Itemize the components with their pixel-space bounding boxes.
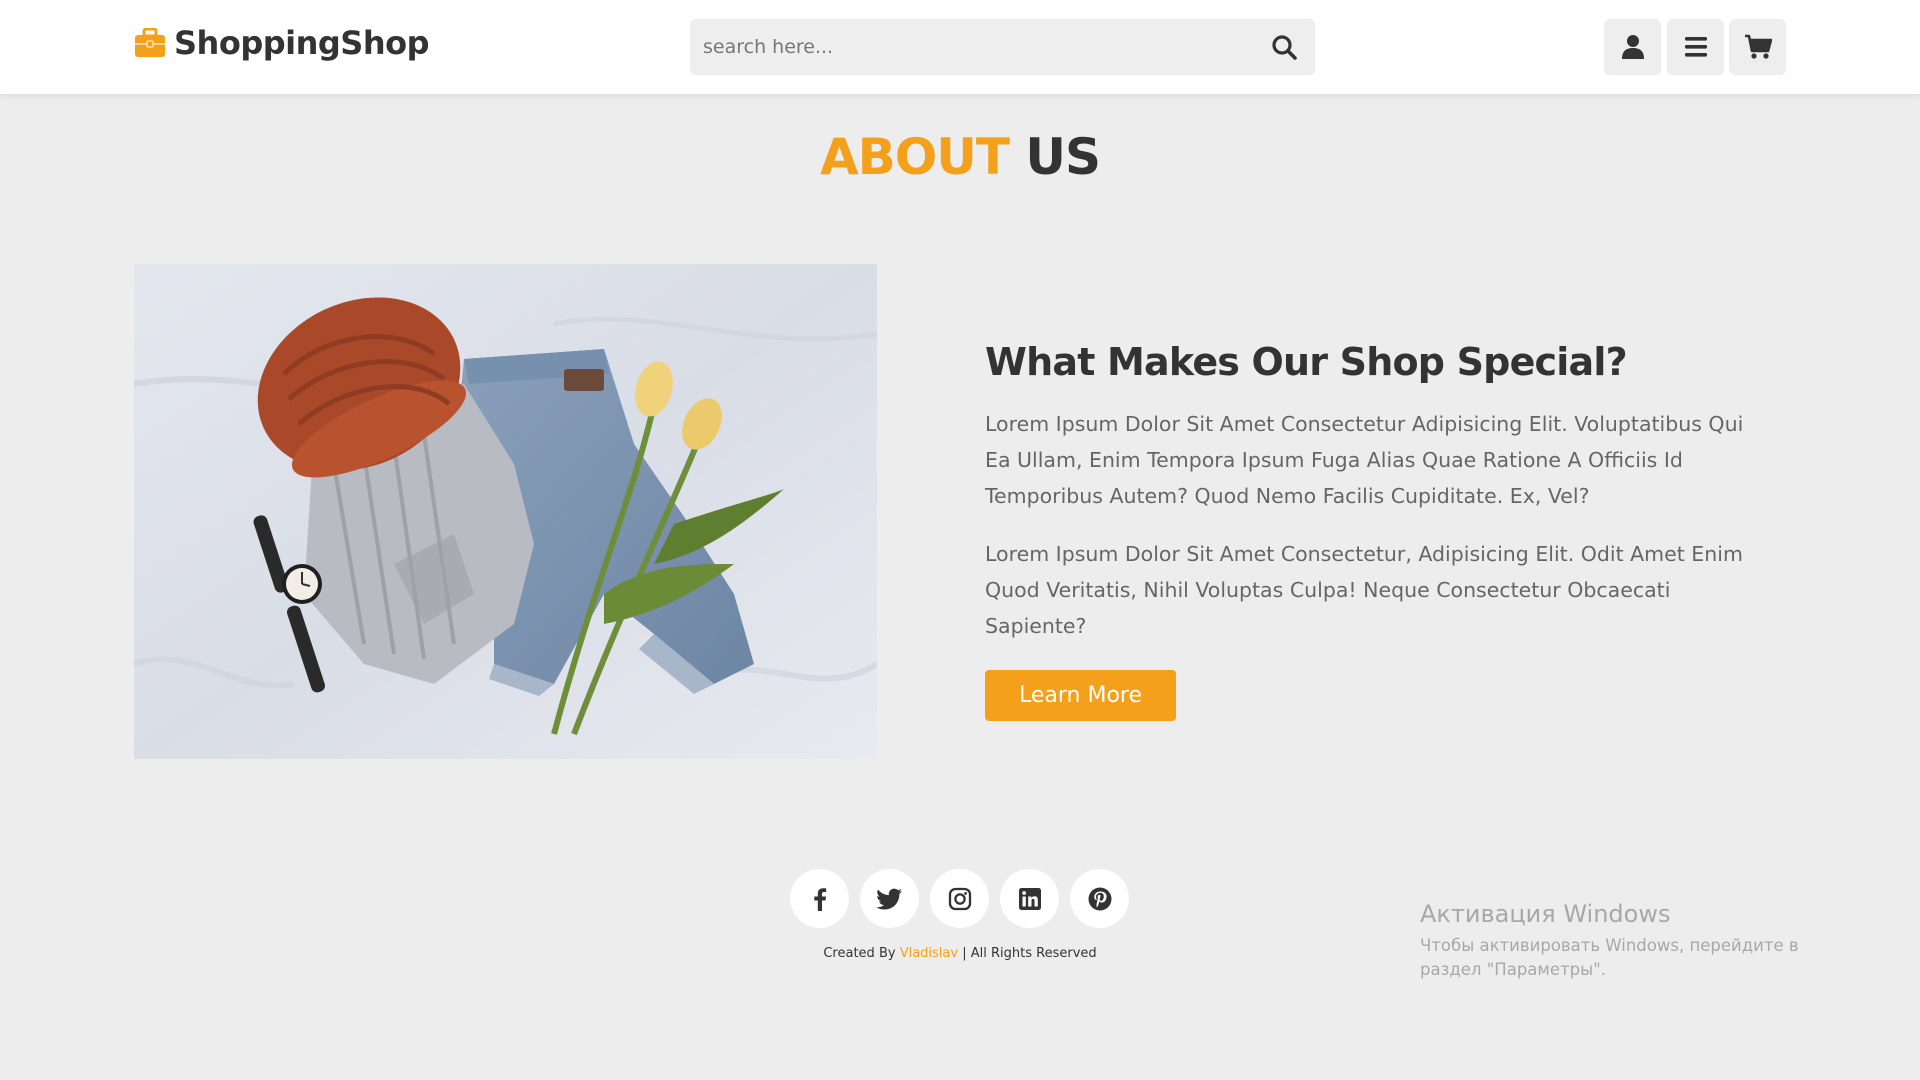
about-title: What Makes Our Shop Special? (985, 340, 1628, 384)
twitter-icon (876, 888, 902, 909)
about-paragraph-2: Lorem Ipsum Dolor Sit Amet Consectetur, … (985, 542, 1743, 638)
instagram-link[interactable] (930, 869, 989, 928)
search-input[interactable] (690, 19, 1253, 75)
logo-text: ShoppingShop (174, 24, 430, 62)
cart-button[interactable] (1729, 19, 1786, 75)
pinterest-link[interactable] (1070, 869, 1129, 928)
facebook-link[interactable] (790, 869, 849, 928)
about-paragraph-1: Lorem Ipsum Dolor Sit Amet Consectetur A… (985, 412, 1744, 508)
user-icon (1621, 35, 1644, 59)
search-button[interactable] (1253, 19, 1315, 75)
about-image (134, 264, 877, 759)
logo[interactable]: ShoppingShop (134, 24, 430, 62)
twitter-link[interactable] (860, 869, 919, 928)
social-links (790, 869, 1129, 928)
credit-prefix: Created By (823, 946, 896, 961)
pinterest-icon (1088, 887, 1111, 910)
linkedin-link[interactable] (1000, 869, 1059, 928)
menu-icon (1684, 37, 1707, 57)
instagram-icon (948, 887, 971, 910)
about-content: What Makes Our Shop Special? Lorem Ipsum… (985, 340, 1775, 721)
windows-activation-watermark: Активация Windows Чтобы активировать Win… (1420, 900, 1860, 982)
facebook-icon (813, 887, 826, 911)
user-button[interactable] (1604, 19, 1661, 75)
clothes-flatlay-illustration (134, 264, 877, 759)
credit-author-link[interactable]: Vladislav (900, 946, 958, 961)
menu-button[interactable] (1667, 19, 1724, 75)
heading-rest: US (1025, 128, 1101, 186)
header: ShoppingShop (0, 0, 1920, 94)
search-icon (1272, 35, 1297, 60)
linkedin-icon (1018, 887, 1041, 910)
briefcase-icon (135, 28, 165, 57)
search-bar (690, 19, 1315, 75)
heading-accent: ABOUT (819, 128, 1010, 186)
cart-icon (1744, 34, 1772, 59)
credit-suffix: | All Rights Reserved (962, 946, 1097, 961)
watermark-text: Чтобы активировать Windows, перейдите в … (1420, 936, 1799, 979)
learn-more-button[interactable]: Learn More (985, 670, 1176, 721)
section-heading: ABOUT US (0, 128, 1920, 186)
watermark-title: Активация Windows (1420, 900, 1671, 928)
